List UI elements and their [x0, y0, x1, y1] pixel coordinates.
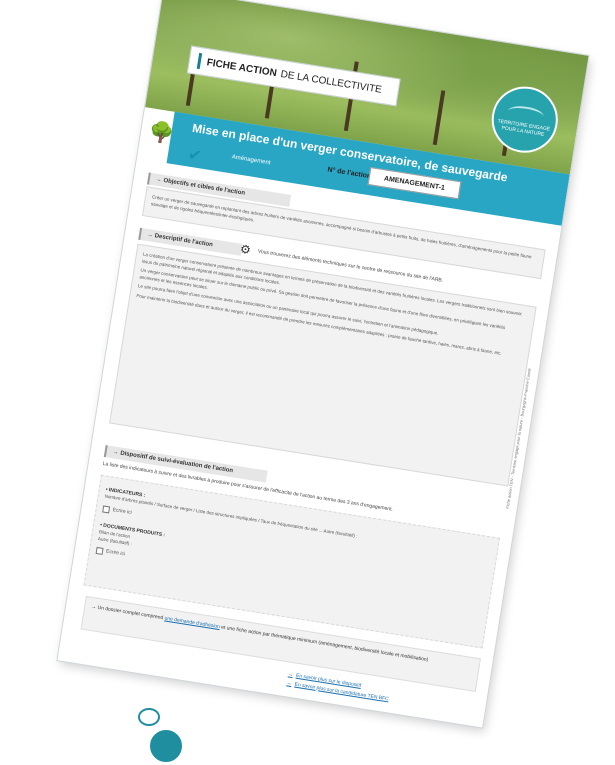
badge-text: TERRITOIRE ENGAGÉ POUR LA NATURE [497, 118, 551, 138]
descriptif-box: La création d'un verger conservatoire pr… [109, 243, 537, 487]
checkbox[interactable] [95, 547, 104, 556]
arrow-icon: → [286, 679, 293, 687]
adhesion-link[interactable]: une demande d'adhésion [164, 615, 220, 630]
checkbox-label: Ecrire ici [105, 548, 126, 558]
arrow-icon: → [287, 671, 294, 679]
title-accent-bar [196, 52, 203, 70]
decorative-circle [150, 730, 182, 762]
title-strong: FICHE ACTION [205, 56, 278, 79]
tree-icon: 🌳 [147, 120, 176, 146]
checkbox-label: Ecrire ici [112, 506, 133, 516]
checkbox[interactable] [102, 505, 111, 514]
document-page: FICHE ACTION DE LA COLLECTIVITE TERRITOI… [57, 0, 589, 728]
gear-icon: ⚙ [238, 241, 252, 258]
decorative-circle [138, 708, 160, 726]
tree-trunk [432, 90, 446, 146]
footer-text: → Un dossier complet comprend [90, 603, 165, 622]
document-stage: FICHE ACTION DE LA COLLECTIVITE TERRITOI… [0, 0, 615, 765]
